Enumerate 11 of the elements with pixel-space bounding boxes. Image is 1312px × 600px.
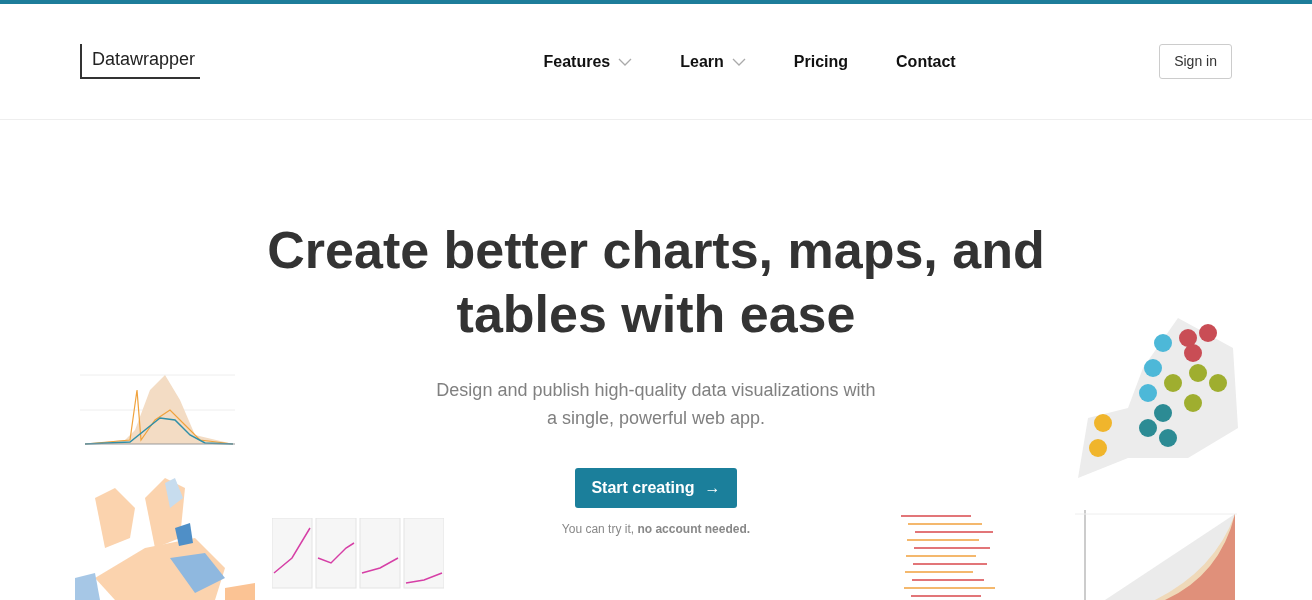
chevron-down-icon xyxy=(618,57,633,66)
sign-in-button[interactable]: Sign in xyxy=(1159,44,1232,79)
start-creating-button[interactable]: Start creating → xyxy=(575,468,737,508)
hero-subtitle: Design and publish high-quality data visualizations with a single, powerful web app. xyxy=(436,379,876,430)
nav-link[interactable]: Pricing xyxy=(793,49,849,74)
hero-title: Create better charts, maps, and tables with ease xyxy=(266,220,1046,345)
nav-link[interactable]: Features xyxy=(543,49,633,74)
chevron-down-icon xyxy=(731,57,746,66)
logo[interactable]: Datawrapper xyxy=(80,44,200,79)
nav-link[interactable]: Contact xyxy=(896,49,956,74)
nav-link[interactable]: Learn xyxy=(680,49,746,74)
